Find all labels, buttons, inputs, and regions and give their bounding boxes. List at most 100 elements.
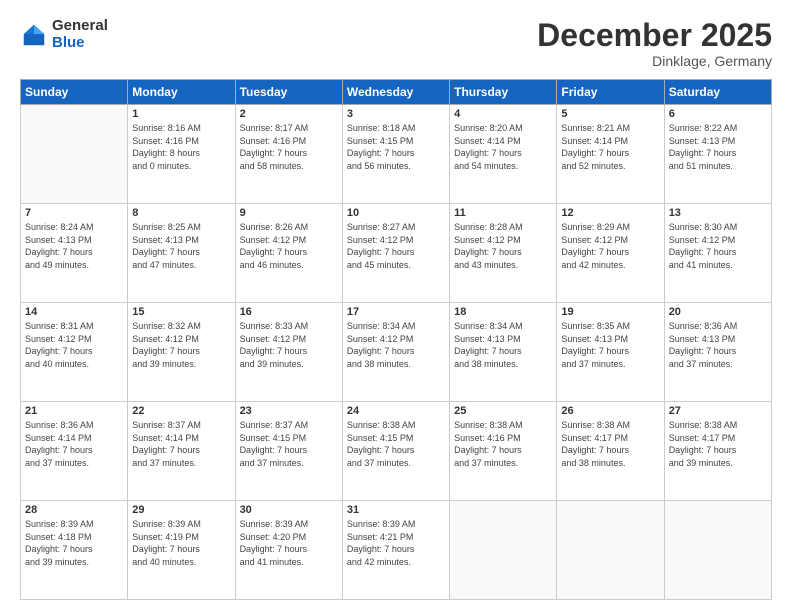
- table-row: 12Sunrise: 8:29 AM Sunset: 4:12 PM Dayli…: [557, 204, 664, 303]
- calendar-table: Sunday Monday Tuesday Wednesday Thursday…: [20, 79, 772, 600]
- calendar-week-row: 28Sunrise: 8:39 AM Sunset: 4:18 PM Dayli…: [21, 501, 772, 600]
- day-info: Sunrise: 8:36 AM Sunset: 4:13 PM Dayligh…: [669, 320, 767, 370]
- calendar-week-row: 1Sunrise: 8:16 AM Sunset: 4:16 PM Daylig…: [21, 105, 772, 204]
- day-info: Sunrise: 8:31 AM Sunset: 4:12 PM Dayligh…: [25, 320, 123, 370]
- table-row: 25 Sunrise: 8:38 AM Sunset: 4:16 PM Dayli…: [450, 402, 557, 501]
- day-number: 22: [132, 405, 230, 417]
- table-row: 10 Sunrise: 8:27 AM Sunset: 4:12 PM Dayli…: [342, 204, 449, 303]
- day-number: 15: [132, 306, 230, 318]
- table-row: 1Sunrise: 8:16 AM Sunset: 4:16 PM Daylig…: [128, 105, 235, 204]
- day-info: Sunrise: 8:18 AM Sunset: 4:15 PM Dayligh…: [347, 122, 445, 172]
- day-info: Sunrise: 8:37 AM Sunset: 4:15 PM Dayligh…: [240, 419, 338, 469]
- table-row: 19 Sunrise: 8:35 AM Sunset: 4:13 PM Dayli…: [557, 303, 664, 402]
- day-info: Sunrise: 8:36 AM Sunset: 4:14 PM Dayligh…: [25, 419, 123, 469]
- day-number: 26: [561, 405, 659, 417]
- page: General Blue December 2025 Dinklage, Ger…: [0, 0, 792, 612]
- logo-general-text: General: [52, 18, 108, 35]
- table-row: 2 Sunrise: 8:17 AM Sunset: 4:16 PM Daylig…: [235, 105, 342, 204]
- col-saturday: Saturday: [664, 80, 771, 105]
- day-number: 21: [25, 405, 123, 417]
- day-number: 14: [25, 306, 123, 318]
- table-row: 26 Sunrise: 8:38 AM Sunset: 4:17 PM Dayli…: [557, 402, 664, 501]
- day-info: Sunrise: 8:39 AM Sunset: 4:20 PM Dayligh…: [240, 518, 338, 568]
- table-row: 16 Sunrise: 8:33 AM Sunset: 4:12 PM Dayli…: [235, 303, 342, 402]
- day-number: 16: [240, 306, 338, 318]
- table-row: 5Sunrise: 8:21 AM Sunset: 4:14 PM Daylig…: [557, 105, 664, 204]
- table-row: [21, 105, 128, 204]
- logo-icon: [20, 21, 48, 49]
- table-row: 30 Sunrise: 8:39 AM Sunset: 4:20 PM Dayli…: [235, 501, 342, 600]
- location-subtitle: Dinklage, Germany: [537, 53, 772, 69]
- day-number: 11: [454, 207, 552, 219]
- table-row: 17Sunrise: 8:34 AM Sunset: 4:12 PM Dayli…: [342, 303, 449, 402]
- table-row: 6Sunrise: 8:22 AM Sunset: 4:13 PM Daylig…: [664, 105, 771, 204]
- day-number: 30: [240, 504, 338, 516]
- day-info: Sunrise: 8:34 AM Sunset: 4:13 PM Dayligh…: [454, 320, 552, 370]
- day-info: Sunrise: 8:25 AM Sunset: 4:13 PM Dayligh…: [132, 221, 230, 271]
- day-info: Sunrise: 8:28 AM Sunset: 4:12 PM Dayligh…: [454, 221, 552, 271]
- day-number: 25: [454, 405, 552, 417]
- day-info: Sunrise: 8:17 AM Sunset: 4:16 PM Dayligh…: [240, 122, 338, 172]
- day-number: 19: [561, 306, 659, 318]
- day-info: Sunrise: 8:33 AM Sunset: 4:12 PM Dayligh…: [240, 320, 338, 370]
- calendar-week-row: 21 Sunrise: 8:36 AM Sunset: 4:14 PM Dayli…: [21, 402, 772, 501]
- table-row: [450, 501, 557, 600]
- table-row: 3 Sunrise: 8:18 AM Sunset: 4:15 PM Daylig…: [342, 105, 449, 204]
- calendar-week-row: 14 Sunrise: 8:31 AM Sunset: 4:12 PM Dayli…: [21, 303, 772, 402]
- table-row: 21 Sunrise: 8:36 AM Sunset: 4:14 PM Dayli…: [21, 402, 128, 501]
- table-row: 22 Sunrise: 8:37 AM Sunset: 4:14 PM Dayli…: [128, 402, 235, 501]
- calendar-week-row: 7 Sunrise: 8:24 AM Sunset: 4:13 PM Daylig…: [21, 204, 772, 303]
- day-info: Sunrise: 8:38 AM Sunset: 4:15 PM Dayligh…: [347, 419, 445, 469]
- table-row: 13 Sunrise: 8:30 AM Sunset: 4:12 PM Dayli…: [664, 204, 771, 303]
- col-thursday: Thursday: [450, 80, 557, 105]
- table-row: 24 Sunrise: 8:38 AM Sunset: 4:15 PM Dayli…: [342, 402, 449, 501]
- table-row: 7 Sunrise: 8:24 AM Sunset: 4:13 PM Daylig…: [21, 204, 128, 303]
- col-tuesday: Tuesday: [235, 80, 342, 105]
- logo-blue-text: Blue: [52, 35, 108, 52]
- day-number: 7: [25, 207, 123, 219]
- day-info: Sunrise: 8:26 AM Sunset: 4:12 PM Dayligh…: [240, 221, 338, 271]
- table-row: 31Sunrise: 8:39 AM Sunset: 4:21 PM Dayli…: [342, 501, 449, 600]
- day-info: Sunrise: 8:39 AM Sunset: 4:19 PM Dayligh…: [132, 518, 230, 568]
- day-info: Sunrise: 8:38 AM Sunset: 4:17 PM Dayligh…: [669, 419, 767, 469]
- day-number: 8: [132, 207, 230, 219]
- day-info: Sunrise: 8:39 AM Sunset: 4:18 PM Dayligh…: [25, 518, 123, 568]
- day-info: Sunrise: 8:27 AM Sunset: 4:12 PM Dayligh…: [347, 221, 445, 271]
- day-number: 20: [669, 306, 767, 318]
- day-info: Sunrise: 8:38 AM Sunset: 4:17 PM Dayligh…: [561, 419, 659, 469]
- day-number: 6: [669, 108, 767, 120]
- table-row: 8 Sunrise: 8:25 AM Sunset: 4:13 PM Daylig…: [128, 204, 235, 303]
- day-number: 3: [347, 108, 445, 120]
- day-info: Sunrise: 8:30 AM Sunset: 4:12 PM Dayligh…: [669, 221, 767, 271]
- day-number: 27: [669, 405, 767, 417]
- day-info: Sunrise: 8:24 AM Sunset: 4:13 PM Dayligh…: [25, 221, 123, 271]
- header: General Blue December 2025 Dinklage, Ger…: [20, 18, 772, 69]
- col-wednesday: Wednesday: [342, 80, 449, 105]
- table-row: 18 Sunrise: 8:34 AM Sunset: 4:13 PM Dayli…: [450, 303, 557, 402]
- day-number: 29: [132, 504, 230, 516]
- table-row: 9Sunrise: 8:26 AM Sunset: 4:12 PM Daylig…: [235, 204, 342, 303]
- day-info: Sunrise: 8:20 AM Sunset: 4:14 PM Dayligh…: [454, 122, 552, 172]
- day-info: Sunrise: 8:37 AM Sunset: 4:14 PM Dayligh…: [132, 419, 230, 469]
- day-info: Sunrise: 8:16 AM Sunset: 4:16 PM Dayligh…: [132, 122, 230, 172]
- day-info: Sunrise: 8:35 AM Sunset: 4:13 PM Dayligh…: [561, 320, 659, 370]
- table-row: 11 Sunrise: 8:28 AM Sunset: 4:12 PM Dayli…: [450, 204, 557, 303]
- day-number: 10: [347, 207, 445, 219]
- day-number: 2: [240, 108, 338, 120]
- table-row: [664, 501, 771, 600]
- day-number: 24: [347, 405, 445, 417]
- day-number: 31: [347, 504, 445, 516]
- day-number: 13: [669, 207, 767, 219]
- day-number: 18: [454, 306, 552, 318]
- table-row: 27 Sunrise: 8:38 AM Sunset: 4:17 PM Dayli…: [664, 402, 771, 501]
- table-row: 29 Sunrise: 8:39 AM Sunset: 4:19 PM Dayli…: [128, 501, 235, 600]
- col-sunday: Sunday: [21, 80, 128, 105]
- title-area: December 2025 Dinklage, Germany: [537, 18, 772, 69]
- day-info: Sunrise: 8:32 AM Sunset: 4:12 PM Dayligh…: [132, 320, 230, 370]
- table-row: [557, 501, 664, 600]
- day-number: 4: [454, 108, 552, 120]
- col-monday: Monday: [128, 80, 235, 105]
- calendar-header-row: Sunday Monday Tuesday Wednesday Thursday…: [21, 80, 772, 105]
- day-info: Sunrise: 8:38 AM Sunset: 4:16 PM Dayligh…: [454, 419, 552, 469]
- day-number: 17: [347, 306, 445, 318]
